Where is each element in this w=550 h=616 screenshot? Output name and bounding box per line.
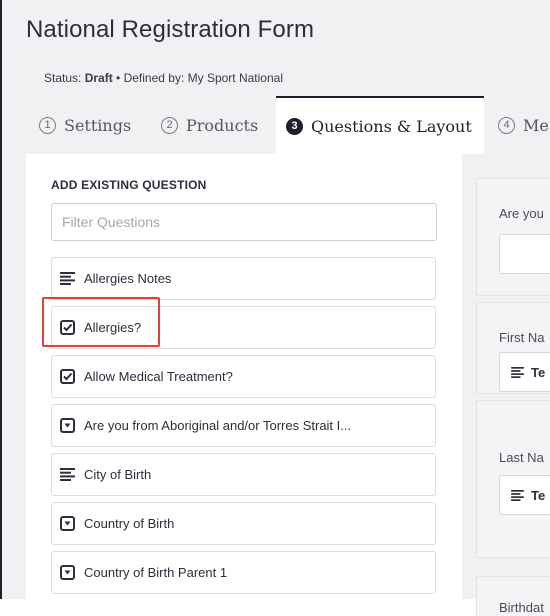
text-lines-icon [510,365,525,380]
page-title: National Registration Form [26,16,315,43]
tab-questions-layout[interactable]: 3 Questions & Layout [276,96,484,154]
dropdown-icon [60,418,75,433]
highlight-box [42,297,160,347]
tab-products[interactable]: 2 Products [161,96,258,154]
field-label: Last Na [499,450,544,465]
tab-label: Me [523,115,549,135]
dropdown-icon [60,516,75,531]
status-label: Status: [44,71,85,85]
step-number: 1 [39,116,56,134]
field-label: Birthdat [499,600,544,615]
tab-label: Settings [64,115,132,135]
question-label: Allow Medical Treatment? [84,369,233,384]
field-label: Are you [499,206,544,221]
step-number: 2 [161,116,178,134]
question-item-country-of-birth[interactable]: Country of Birth [51,502,436,545]
dropdown-icon [60,565,75,580]
text-lines-icon [510,488,525,503]
section-title: ADD EXISTING QUESTION [51,178,207,192]
field-label: First Na [499,330,545,345]
question-item-country-of-birth-parent-1[interactable]: Country of Birth Parent 1 [51,551,436,594]
question-item-allergies-notes[interactable]: Allergies Notes [51,257,436,300]
field-type-text: Te [531,487,546,503]
step-number: 3 [286,117,303,135]
field-type-selector[interactable]: Te [499,475,550,515]
tab-settings[interactable]: 1 Settings [39,96,131,154]
tab-label: Products [186,115,259,135]
field-input[interactable] [499,234,550,274]
question-label: City of Birth [84,467,152,482]
layout-card-are-you[interactable]: Are you [476,178,550,296]
text-lines-icon [60,271,75,286]
defined-by-text: • Defined by: My Sport National [112,71,283,85]
app-window: National Registration Form Status: Draft… [0,0,550,616]
question-item-allow-medical-treatment[interactable]: Allow Medical Treatment? [51,355,436,398]
tab-me[interactable]: 4 Me [498,96,549,154]
filter-questions-input[interactable] [51,203,437,241]
layout-card-last-name[interactable]: Last Na Te [476,400,550,558]
question-item-aboriginal-torres-strait[interactable]: Are you from Aboriginal and/or Torres St… [51,404,436,447]
question-label: Country of Birth Parent 1 [84,565,228,580]
status-line: Status: Draft • Defined by: My Sport Nat… [44,71,283,85]
layout-card-first-name[interactable]: First Na Te [476,302,550,394]
wizard-tabs: 1 Settings 2 Products 3 Questions & Layo… [2,96,550,154]
question-label: Allergies Notes [84,271,172,286]
text-lines-icon [60,467,75,482]
question-label: Country of Birth [84,516,175,531]
question-label: Are you from Aboriginal and/or Torres St… [84,418,352,433]
field-type-text: Te [531,364,546,380]
step-number: 4 [498,116,515,134]
add-existing-question-panel: ADD EXISTING QUESTION Allergies Notes Al… [26,154,462,599]
form-layout-preview: Are you First Na Te Last Na Te Birthdat [476,154,550,616]
tab-label: Questions & Layout [311,116,472,136]
status-badge: Draft [84,71,113,85]
layout-card-birthdate[interactable]: Birthdat [476,576,550,616]
field-type-selector[interactable]: Te [499,352,550,392]
question-item-city-of-birth[interactable]: City of Birth [51,453,436,496]
checkbox-icon [60,369,75,384]
